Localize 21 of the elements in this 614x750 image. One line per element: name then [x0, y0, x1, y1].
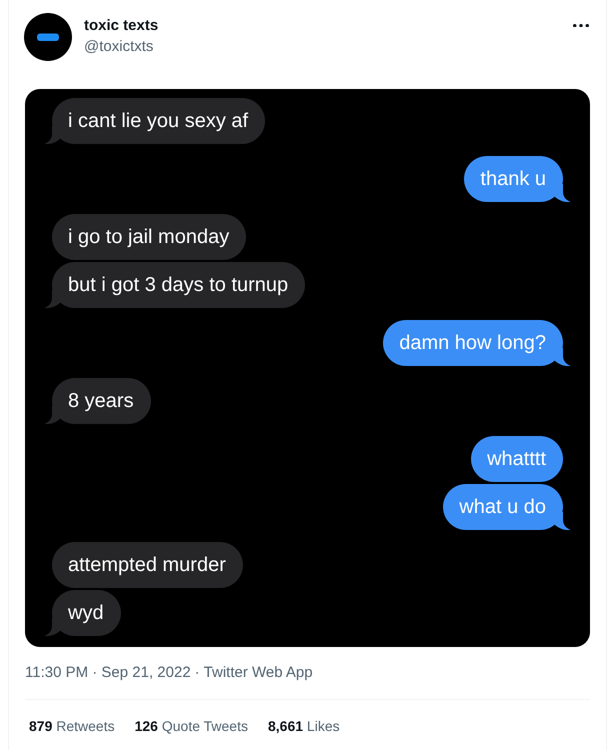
- bubble-tail-icon: [44, 406, 60, 424]
- bubble-tail-icon: [555, 348, 571, 366]
- author-handle[interactable]: @toxictxts: [84, 37, 154, 57]
- message-bubble: whatttt: [471, 436, 563, 482]
- stat-link[interactable]: 879 Retweets: [29, 716, 115, 736]
- message-bubble: i go to jail monday: [52, 214, 246, 260]
- more-icon: [573, 24, 589, 28]
- avatar-icon[interactable]: [24, 13, 72, 61]
- bubble-tail-icon: [44, 126, 60, 144]
- more-button[interactable]: [573, 24, 589, 28]
- stat-link[interactable]: 126 Quote Tweets: [134, 716, 248, 736]
- author-name[interactable]: toxic texts: [84, 16, 158, 36]
- separator-dot: ·: [194, 663, 200, 683]
- bubble-tail-icon: [44, 618, 60, 636]
- message-bubble: attempted murder: [52, 542, 243, 588]
- stat-link[interactable]: 8,661 Likes: [268, 716, 340, 736]
- source-link[interactable]: Twitter Web App: [204, 663, 313, 683]
- bubble-tail-icon: [555, 512, 571, 530]
- bubble-tail-icon: [555, 184, 571, 202]
- timestamp-link[interactable]: 11:30 PM · Sep 21, 2022: [25, 663, 191, 683]
- bubble-tail-icon: [44, 290, 60, 308]
